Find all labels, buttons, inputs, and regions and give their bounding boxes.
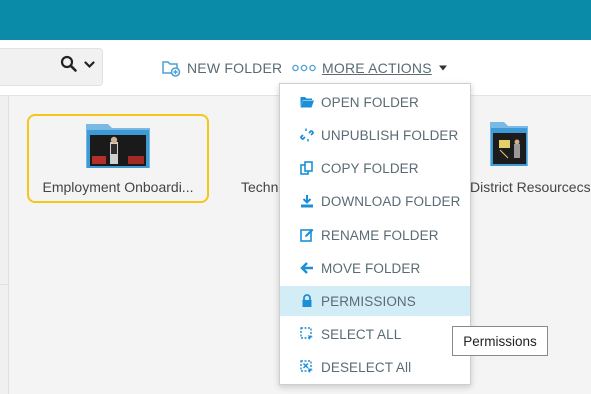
folder-card-technology[interactable]: Techn: [228, 114, 280, 199]
menu-item-move-folder[interactable]: MOVE FOLDER: [280, 253, 470, 283]
caret-down-icon: [438, 65, 447, 71]
permissions-tooltip: Permissions: [452, 326, 548, 356]
more-dots-icon: [292, 64, 316, 72]
edit-icon: [300, 228, 314, 242]
lock-icon: [302, 294, 312, 307]
folder-thumbnail-icon: [490, 122, 528, 166]
left-panel-divider: [0, 284, 8, 285]
folder-open-icon: [300, 97, 314, 108]
menu-item-download-folder[interactable]: DOWNLOAD FOLDER: [280, 186, 470, 216]
menu-item-copy-folder[interactable]: COPY FOLDER: [280, 153, 470, 183]
menu-item-unpublish-folder[interactable]: UNPUBLISH FOLDER: [280, 120, 470, 150]
new-folder-button[interactable]: NEW FOLDER: [162, 57, 282, 79]
search-icon[interactable]: [60, 55, 78, 73]
more-actions-label: MORE ACTIONS: [322, 60, 432, 76]
menu-item-select-all[interactable]: SELECT ALL: [280, 319, 470, 349]
top-bar: [0, 0, 591, 40]
menu-item-deselect-all[interactable]: DESELECT All: [280, 352, 470, 382]
unlink-icon: [300, 128, 314, 142]
download-icon: [301, 195, 313, 208]
folder-name: Techn: [241, 179, 279, 195]
folder-card-district-resources[interactable]: District Resourcecs: [470, 114, 591, 199]
select-all-icon: [300, 327, 313, 341]
copy-icon: [300, 161, 313, 175]
deselect-all-icon: [300, 360, 313, 374]
new-folder-icon: [162, 61, 181, 77]
folder-name: District Resourcecs: [470, 179, 591, 195]
folder-name: Employment Onboardi...: [42, 179, 194, 195]
folder-card-employment-onboarding[interactable]: Employment Onboardi...: [27, 114, 209, 203]
more-actions-button[interactable]: MORE ACTIONS: [292, 57, 448, 79]
menu-item-open-folder[interactable]: OPEN FOLDER: [280, 87, 470, 117]
arrow-left-icon: [300, 262, 313, 274]
chevron-down-icon[interactable]: [84, 61, 95, 69]
left-panel: [0, 96, 9, 394]
menu-item-rename-folder[interactable]: RENAME FOLDER: [280, 220, 470, 250]
more-actions-menu: OPEN FOLDER UNPUBLISH FOLDER COPY FOLDER…: [279, 83, 471, 385]
menu-item-permissions[interactable]: PERMISSIONS: [280, 286, 470, 316]
folder-thumbnail-icon: [86, 124, 150, 168]
new-folder-label: NEW FOLDER: [187, 60, 283, 76]
